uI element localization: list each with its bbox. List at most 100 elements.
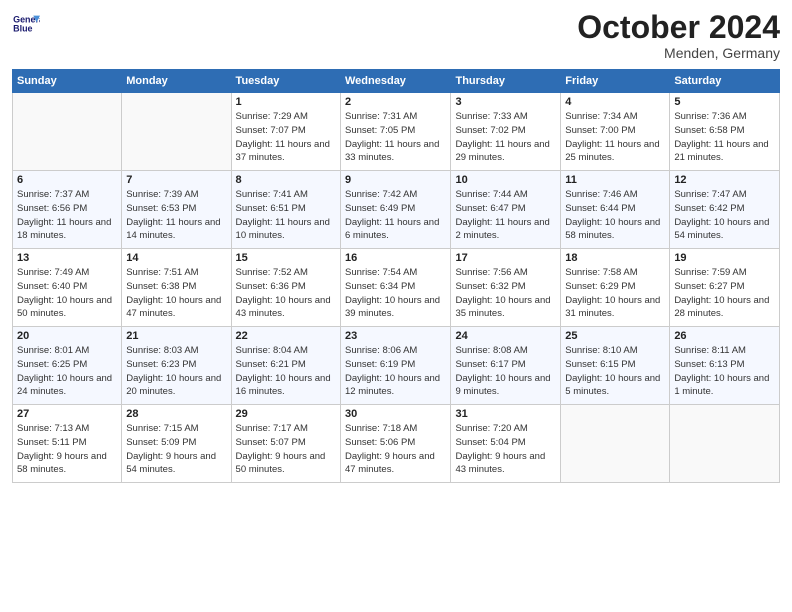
weekday-header: Saturday — [670, 70, 780, 93]
day-info: Sunrise: 7:56 AMSunset: 6:32 PMDaylight:… — [455, 266, 556, 321]
day-cell: 21 Sunrise: 8:03 AMSunset: 6:23 PMDayligh… — [122, 327, 231, 405]
day-number: 15 — [236, 252, 336, 264]
day-info: Sunrise: 7:31 AMSunset: 7:05 PMDaylight:… — [345, 110, 446, 165]
day-cell: 3 Sunrise: 7:33 AMSunset: 7:02 PMDaylight… — [451, 93, 561, 171]
day-number: 8 — [236, 174, 336, 186]
day-cell: 9 Sunrise: 7:42 AMSunset: 6:49 PMDaylight… — [341, 171, 451, 249]
weekday-header: Friday — [561, 70, 670, 93]
day-number: 30 — [345, 408, 446, 420]
day-info: Sunrise: 7:54 AMSunset: 6:34 PMDaylight:… — [345, 266, 446, 321]
day-cell: 5Sunrise: 7:36 AMSunset: 6:58 PMDaylight… — [670, 93, 780, 171]
day-number: 11 — [565, 174, 665, 186]
day-cell: 14 Sunrise: 7:51 AMSunset: 6:38 PMDayligh… — [122, 249, 231, 327]
weekday-header-row: SundayMondayTuesdayWednesdayThursdayFrid… — [13, 70, 780, 93]
day-info: Sunrise: 8:10 AMSunset: 6:15 PMDaylight:… — [565, 344, 665, 399]
day-number: 7 — [126, 174, 226, 186]
day-cell: 19Sunrise: 7:59 AMSunset: 6:27 PMDayligh… — [670, 249, 780, 327]
day-info: Sunrise: 7:46 AMSunset: 6:44 PMDaylight:… — [565, 188, 665, 243]
day-cell: 22 Sunrise: 8:04 AMSunset: 6:21 PMDayligh… — [231, 327, 340, 405]
day-cell: 6 Sunrise: 7:37 AMSunset: 6:56 PMDaylight… — [13, 171, 122, 249]
day-info: Sunrise: 8:04 AMSunset: 6:21 PMDaylight:… — [236, 344, 336, 399]
day-number: 19 — [674, 252, 775, 264]
week-row: 13Sunrise: 7:49 AMSunset: 6:40 PMDayligh… — [13, 249, 780, 327]
day-number: 21 — [126, 330, 226, 342]
week-row: 20 Sunrise: 8:01 AMSunset: 6:25 PMDayligh… — [13, 327, 780, 405]
day-cell: 18 Sunrise: 7:58 AMSunset: 6:29 PMDayligh… — [561, 249, 670, 327]
weekday-header: Wednesday — [341, 70, 451, 93]
day-number: 22 — [236, 330, 336, 342]
day-number: 20 — [17, 330, 117, 342]
day-info: Sunrise: 7:33 AMSunset: 7:02 PMDaylight:… — [455, 110, 556, 165]
day-number: 3 — [455, 96, 556, 108]
day-cell: 13Sunrise: 7:49 AMSunset: 6:40 PMDayligh… — [13, 249, 122, 327]
day-number: 13 — [17, 252, 117, 264]
day-number: 6 — [17, 174, 117, 186]
day-info: Sunrise: 8:03 AMSunset: 6:23 PMDaylight:… — [126, 344, 226, 399]
day-number: 14 — [126, 252, 226, 264]
day-cell: 23 Sunrise: 8:06 AMSunset: 6:19 PMDayligh… — [341, 327, 451, 405]
day-info: Sunrise: 7:18 AMSunset: 5:06 PMDaylight:… — [345, 422, 446, 477]
day-info: Sunrise: 7:37 AMSunset: 6:56 PMDaylight:… — [17, 188, 117, 243]
day-info: Sunrise: 8:08 AMSunset: 6:17 PMDaylight:… — [455, 344, 556, 399]
day-info: Sunrise: 7:58 AMSunset: 6:29 PMDaylight:… — [565, 266, 665, 321]
title-area: October 2024 Menden, Germany — [577, 10, 780, 61]
day-number: 2 — [345, 96, 446, 108]
day-info: Sunrise: 7:52 AMSunset: 6:36 PMDaylight:… — [236, 266, 336, 321]
week-row: 6 Sunrise: 7:37 AMSunset: 6:56 PMDaylight… — [13, 171, 780, 249]
day-cell — [561, 405, 670, 483]
day-number: 9 — [345, 174, 446, 186]
day-cell: 11 Sunrise: 7:46 AMSunset: 6:44 PMDayligh… — [561, 171, 670, 249]
day-info: Sunrise: 8:11 AMSunset: 6:13 PMDaylight:… — [674, 344, 775, 399]
week-row: 27Sunrise: 7:13 AMSunset: 5:11 PMDayligh… — [13, 405, 780, 483]
day-info: Sunrise: 7:17 AMSunset: 5:07 PMDaylight:… — [236, 422, 336, 477]
day-info: Sunrise: 8:06 AMSunset: 6:19 PMDaylight:… — [345, 344, 446, 399]
weekday-header: Thursday — [451, 70, 561, 93]
day-number: 18 — [565, 252, 665, 264]
logo-icon: General Blue — [12, 10, 40, 38]
day-info: Sunrise: 8:01 AMSunset: 6:25 PMDaylight:… — [17, 344, 117, 399]
day-info: Sunrise: 7:15 AMSunset: 5:09 PMDaylight:… — [126, 422, 226, 477]
day-number: 4 — [565, 96, 665, 108]
week-row: 1Sunrise: 7:29 AMSunset: 7:07 PMDaylight… — [13, 93, 780, 171]
day-cell: 17Sunrise: 7:56 AMSunset: 6:32 PMDayligh… — [451, 249, 561, 327]
header: General Blue October 2024 Menden, German… — [12, 10, 780, 61]
weekday-header: Monday — [122, 70, 231, 93]
day-cell: 24Sunrise: 8:08 AMSunset: 6:17 PMDayligh… — [451, 327, 561, 405]
logo: General Blue — [12, 10, 40, 38]
day-number: 16 — [345, 252, 446, 264]
day-cell: 28 Sunrise: 7:15 AMSunset: 5:09 PMDayligh… — [122, 405, 231, 483]
weekday-header: Sunday — [13, 70, 122, 93]
day-cell: 15 Sunrise: 7:52 AMSunset: 6:36 PMDayligh… — [231, 249, 340, 327]
day-cell: 12Sunrise: 7:47 AMSunset: 6:42 PMDayligh… — [670, 171, 780, 249]
day-cell: 26 Sunrise: 8:11 AMSunset: 6:13 PMDayligh… — [670, 327, 780, 405]
day-cell: 16 Sunrise: 7:54 AMSunset: 6:34 PMDayligh… — [341, 249, 451, 327]
day-number: 10 — [455, 174, 556, 186]
day-cell — [13, 93, 122, 171]
day-cell: 1Sunrise: 7:29 AMSunset: 7:07 PMDaylight… — [231, 93, 340, 171]
day-info: Sunrise: 7:13 AMSunset: 5:11 PMDaylight:… — [17, 422, 117, 477]
day-cell: 31Sunrise: 7:20 AMSunset: 5:04 PMDayligh… — [451, 405, 561, 483]
day-cell: 2 Sunrise: 7:31 AMSunset: 7:05 PMDaylight… — [341, 93, 451, 171]
day-info: Sunrise: 7:42 AMSunset: 6:49 PMDaylight:… — [345, 188, 446, 243]
day-number: 1 — [236, 96, 336, 108]
day-number: 29 — [236, 408, 336, 420]
day-cell: 25 Sunrise: 8:10 AMSunset: 6:15 PMDayligh… — [561, 327, 670, 405]
day-number: 28 — [126, 408, 226, 420]
day-number: 25 — [565, 330, 665, 342]
day-number: 23 — [345, 330, 446, 342]
day-cell: 29 Sunrise: 7:17 AMSunset: 5:07 PMDayligh… — [231, 405, 340, 483]
day-info: Sunrise: 7:51 AMSunset: 6:38 PMDaylight:… — [126, 266, 226, 321]
day-info: Sunrise: 7:39 AMSunset: 6:53 PMDaylight:… — [126, 188, 226, 243]
day-cell: 27Sunrise: 7:13 AMSunset: 5:11 PMDayligh… — [13, 405, 122, 483]
day-info: Sunrise: 7:44 AMSunset: 6:47 PMDaylight:… — [455, 188, 556, 243]
day-cell: 30 Sunrise: 7:18 AMSunset: 5:06 PMDayligh… — [341, 405, 451, 483]
day-cell: 7 Sunrise: 7:39 AMSunset: 6:53 PMDaylight… — [122, 171, 231, 249]
day-info: Sunrise: 7:36 AMSunset: 6:58 PMDaylight:… — [674, 110, 775, 165]
weekday-header: Tuesday — [231, 70, 340, 93]
day-number: 26 — [674, 330, 775, 342]
day-cell: 10 Sunrise: 7:44 AMSunset: 6:47 PMDayligh… — [451, 171, 561, 249]
day-cell: 20 Sunrise: 8:01 AMSunset: 6:25 PMDayligh… — [13, 327, 122, 405]
month-title: October 2024 — [577, 10, 780, 45]
day-info: Sunrise: 7:34 AMSunset: 7:00 PMDaylight:… — [565, 110, 665, 165]
day-info: Sunrise: 7:47 AMSunset: 6:42 PMDaylight:… — [674, 188, 775, 243]
